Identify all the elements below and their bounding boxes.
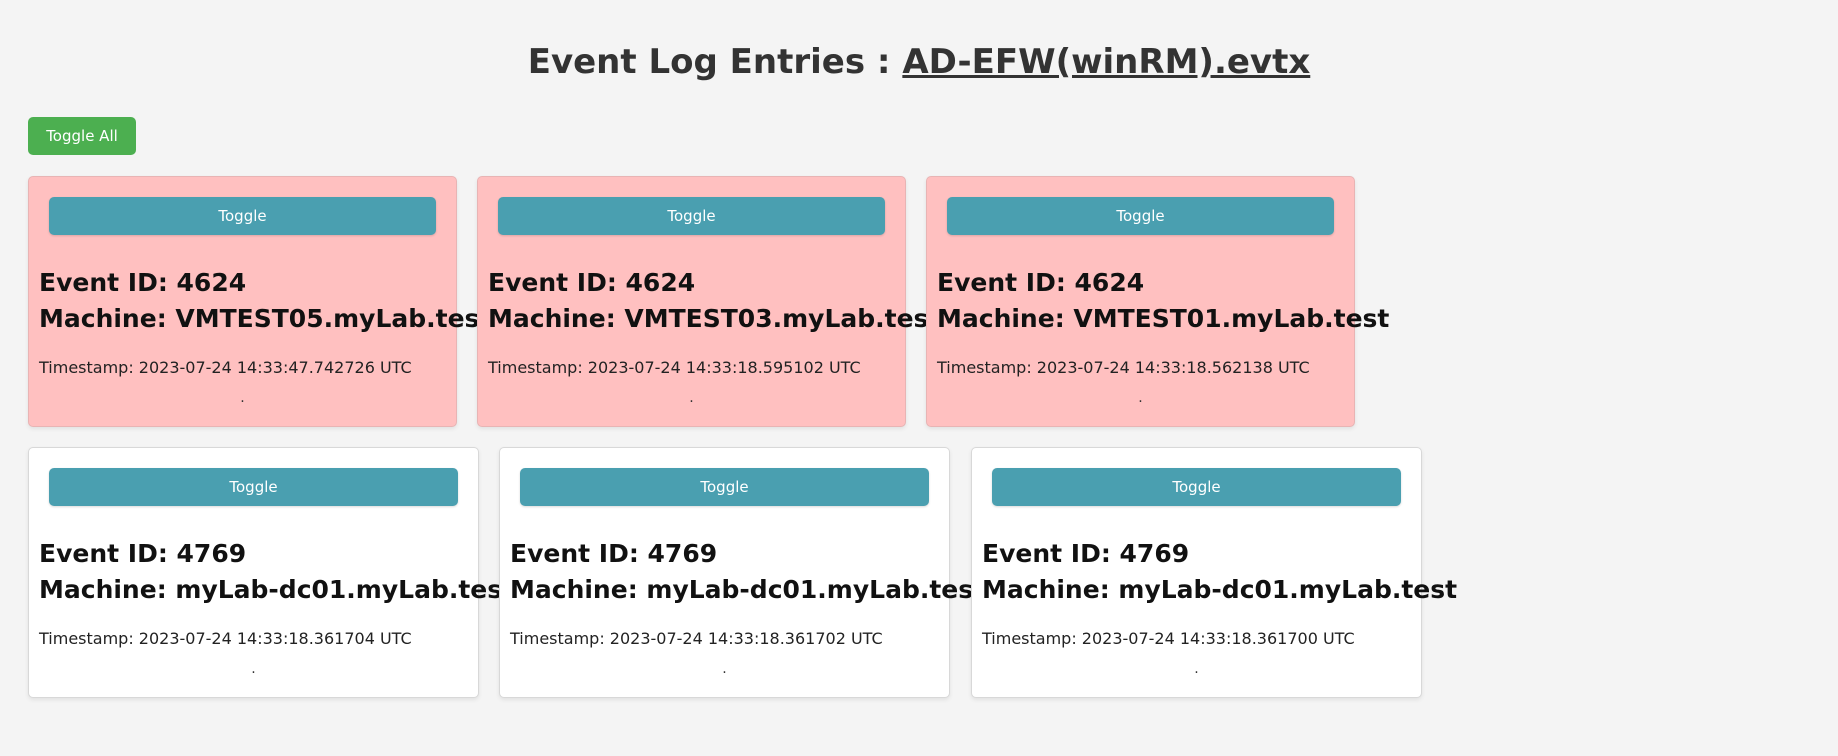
timestamp: Timestamp: 2023-07-24 14:33:18.361704 UT… (39, 629, 412, 648)
toggle-button[interactable]: Toggle (520, 468, 929, 506)
evtx-file-link[interactable]: AD-EFW(winRM).evtx (902, 42, 1310, 82)
machine-name: Machine: myLab-dc01.myLab.test (39, 575, 515, 604)
event-id: Event ID: 4769 (510, 539, 718, 568)
machine-name: Machine: VMTEST01.myLab.test (937, 304, 1390, 333)
event-card: Toggle Event ID: 4624 Machine: VMTEST03.… (477, 176, 940, 427)
event-card: Toggle Event ID: 4769 Machine: myLab-dc0… (499, 447, 985, 698)
event-id: Event ID: 4624 (488, 268, 696, 297)
timestamp: Timestamp: 2023-07-24 14:33:18.562138 UT… (937, 358, 1310, 377)
timestamp: Timestamp: 2023-07-24 14:33:18.595102 UT… (488, 358, 861, 377)
machine-name: Machine: myLab-dc01.myLab.test (510, 575, 986, 604)
toggle-all-button[interactable]: Toggle All (28, 117, 136, 155)
event-details: . (240, 390, 245, 406)
page-title-prefix: Event Log Entries : (527, 42, 891, 82)
timestamp: Timestamp: 2023-07-24 14:33:18.361702 UT… (510, 629, 883, 648)
page-title: Event Log Entries : AD-EFW(winRM).evtx (0, 40, 1838, 84)
event-id: Event ID: 4624 (39, 268, 247, 297)
event-card: Toggle Event ID: 4624 Machine: VMTEST01.… (926, 176, 1389, 427)
machine-name: Machine: VMTEST03.myLab.test (488, 304, 941, 333)
event-details: . (689, 390, 694, 406)
toggle-button[interactable]: Toggle (947, 197, 1334, 235)
event-id: Event ID: 4624 (937, 268, 1145, 297)
event-details: . (722, 661, 727, 677)
timestamp: Timestamp: 2023-07-24 14:33:18.361700 UT… (982, 629, 1355, 648)
toggle-button[interactable]: Toggle (49, 468, 458, 506)
event-card: Toggle Event ID: 4769 Machine: myLab-dc0… (28, 447, 514, 698)
event-id: Event ID: 4769 (39, 539, 247, 568)
event-card: Toggle Event ID: 4624 Machine: VMTEST05.… (28, 176, 491, 427)
timestamp: Timestamp: 2023-07-24 14:33:47.742726 UT… (39, 358, 412, 377)
event-id: Event ID: 4769 (982, 539, 1190, 568)
event-details: . (251, 661, 256, 677)
machine-name: Machine: myLab-dc01.myLab.test (982, 575, 1458, 604)
toggle-button[interactable]: Toggle (498, 197, 885, 235)
machine-name: Machine: VMTEST05.myLab.test (39, 304, 492, 333)
event-card: Toggle Event ID: 4769 Machine: myLab-dc0… (971, 447, 1457, 698)
toggle-button[interactable]: Toggle (992, 468, 1401, 506)
event-details: . (1138, 390, 1143, 406)
toggle-button[interactable]: Toggle (49, 197, 436, 235)
event-details: . (1194, 661, 1199, 677)
